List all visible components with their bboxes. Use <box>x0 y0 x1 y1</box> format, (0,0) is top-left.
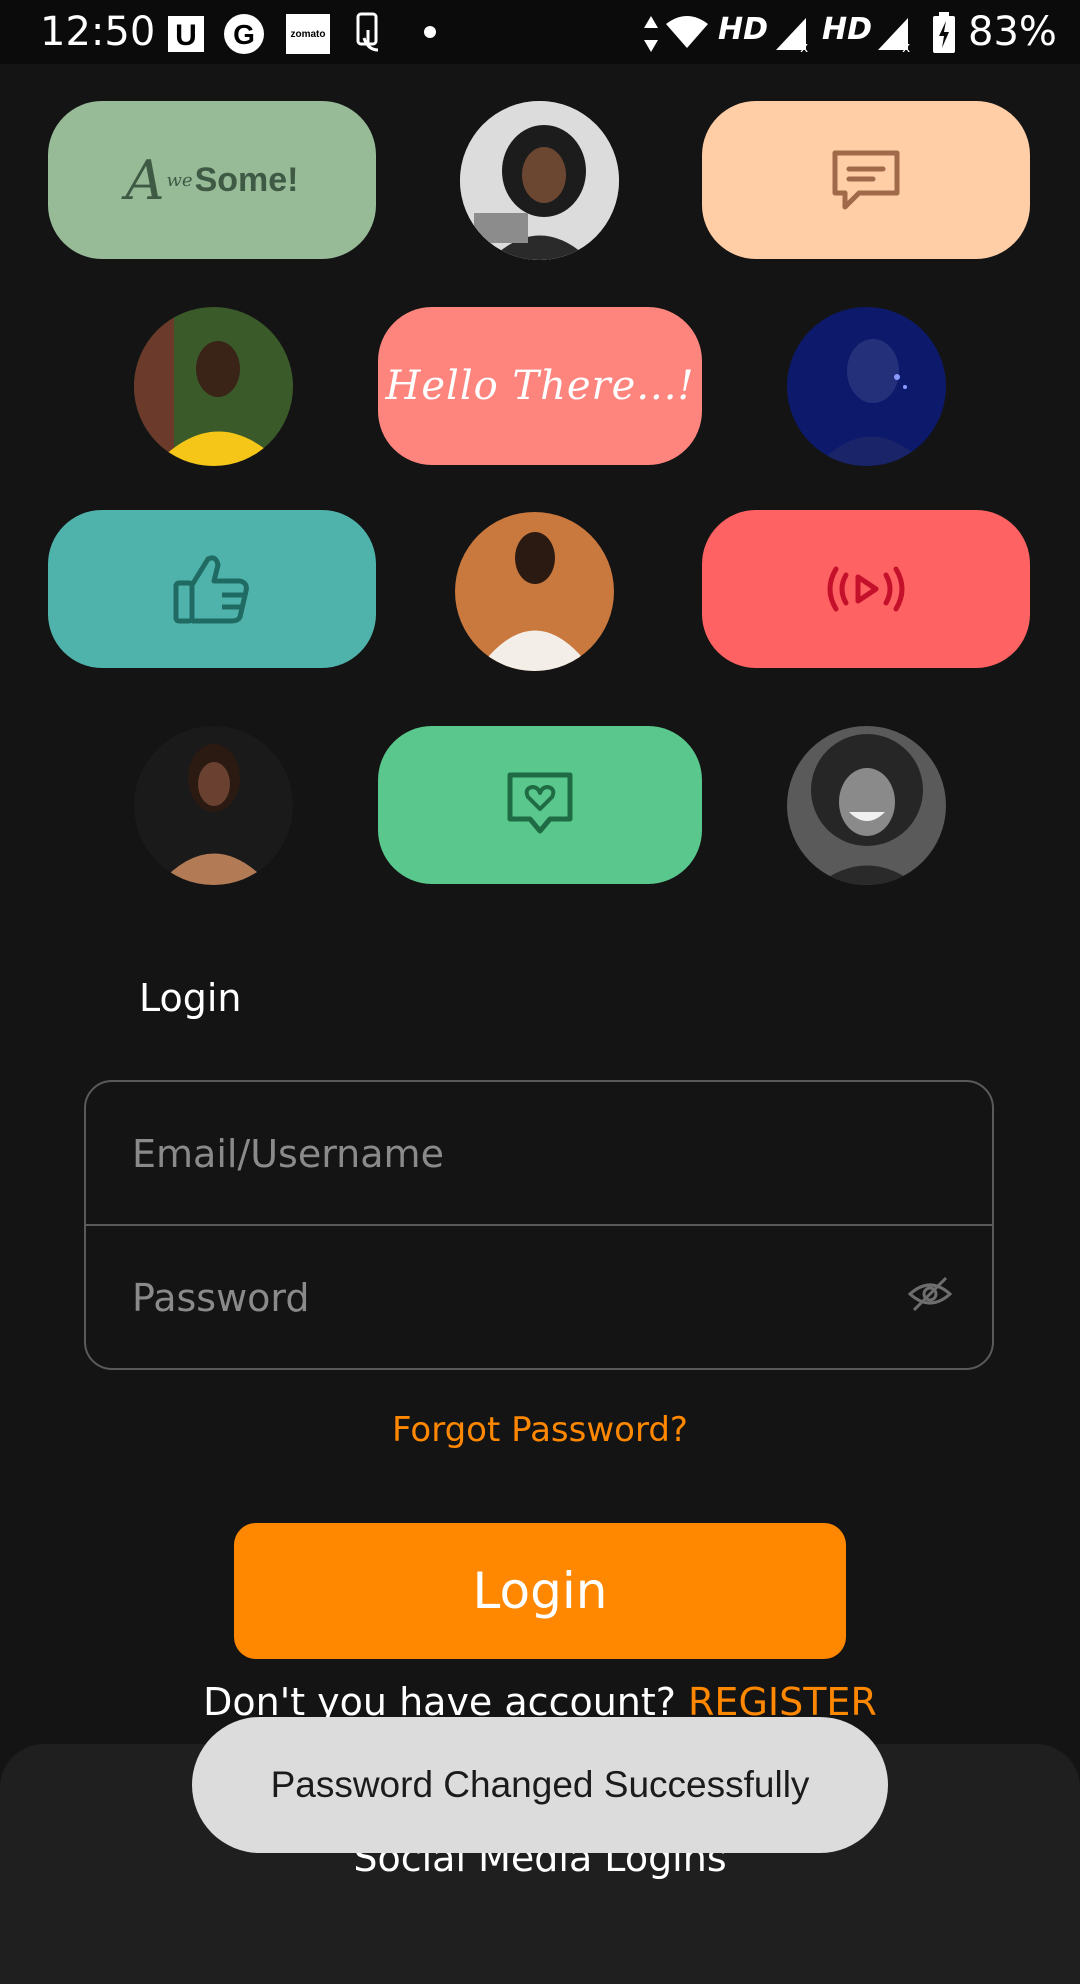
touch-icon <box>356 12 379 52</box>
u-app-icon: U <box>168 16 204 52</box>
heart-message-tile <box>378 726 702 884</box>
status-bar: 12:50 U G zomato HD x HD x 83% <box>0 0 1080 64</box>
dot-icon <box>424 26 436 38</box>
login-heading: Login <box>139 976 242 1020</box>
hello-there-text: Hello There...! <box>385 363 695 409</box>
svg-text:x: x <box>902 40 910 54</box>
avatar-woman-brown-top <box>134 726 293 885</box>
login-form <box>84 1080 994 1370</box>
signal-icon: x <box>776 18 808 54</box>
form-divider <box>86 1224 992 1226</box>
awesome-sticker-script: A <box>125 148 165 212</box>
network-type-label: HD <box>822 12 873 47</box>
zomato-icon: zomato <box>286 14 330 54</box>
login-button[interactable]: Login <box>234 1523 846 1659</box>
signal-icon: x <box>878 18 910 54</box>
avatar-man-white-shirt <box>455 512 614 671</box>
awesome-sticker-text: Some! <box>194 160 299 199</box>
awesome-sticker-small: we <box>166 169 193 191</box>
zomato-icon-text: zomato <box>290 28 326 40</box>
svg-text:G: G <box>233 19 255 50</box>
wifi-icon <box>666 16 708 48</box>
visibility-off-icon[interactable] <box>908 1274 952 1314</box>
hello-there-tile: Hello There...! <box>378 307 702 465</box>
email-username-input[interactable] <box>132 1130 892 1178</box>
battery-charging-icon <box>933 12 955 53</box>
avatar-woman-blue <box>787 307 946 466</box>
live-stream-icon <box>827 566 905 612</box>
battery-percent: 83% <box>968 9 1057 55</box>
awesome-sticker-tile: A we Some! <box>48 101 376 259</box>
svg-text:x: x <box>800 40 808 54</box>
chat-icon <box>832 150 900 210</box>
network-type-label: HD <box>718 12 769 47</box>
password-input[interactable] <box>132 1274 832 1322</box>
avatar-woman-laptop <box>460 101 619 260</box>
live-stream-tile <box>702 510 1030 668</box>
avatar-woman-smiling <box>787 726 946 885</box>
thumbs-up-icon <box>173 555 249 624</box>
avatar-woman-yellow <box>134 307 293 466</box>
status-time: 12:50 <box>40 9 156 55</box>
google-icon: G <box>224 14 264 54</box>
heart-message-icon <box>507 772 573 834</box>
toast-message: Password Changed Successfully <box>192 1717 888 1853</box>
chat-icon-tile <box>702 101 1030 259</box>
data-arrows-icon <box>644 16 658 52</box>
thumbs-up-tile <box>48 510 376 668</box>
forgot-password-link[interactable]: Forgot Password? <box>0 1410 1080 1450</box>
svg-text:U: U <box>175 19 197 52</box>
